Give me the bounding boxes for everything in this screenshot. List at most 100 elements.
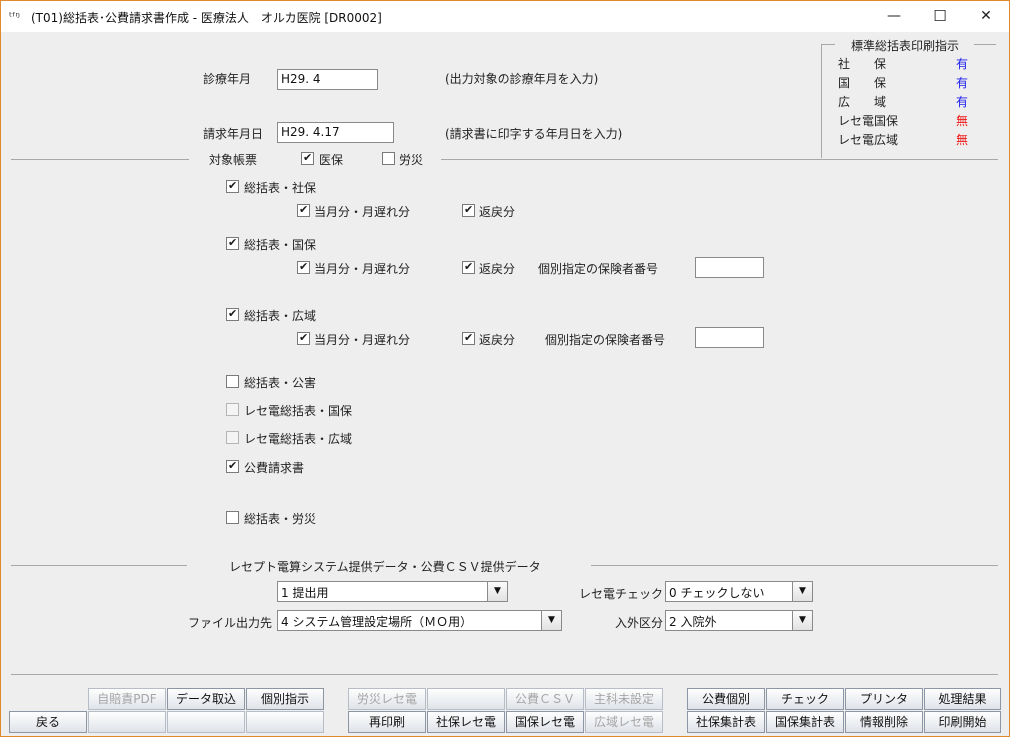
indicator-value-rece-kokuho: 無 bbox=[956, 114, 969, 128]
shaho-tsuki-checkbox[interactable] bbox=[297, 203, 310, 217]
koiki-tsuki-label: 当月分・月遅れ分 bbox=[314, 333, 411, 347]
nyugai-select[interactable]: 2 入院外 ▼ bbox=[665, 610, 813, 631]
rece-separator-left bbox=[11, 565, 187, 566]
rosai-soukatsu-label: 総括表・労災 bbox=[244, 512, 317, 526]
shaho-henrei-checkbox[interactable] bbox=[462, 203, 475, 217]
kobetsu-shiji-button[interactable]: 個別指示 bbox=[246, 688, 324, 710]
empty-button-1[interactable] bbox=[427, 688, 505, 710]
rosai-label: 労災 bbox=[399, 153, 424, 167]
indicator-label-koiki: 広 域 bbox=[838, 95, 887, 109]
rece-check-value: 0 チェックしない bbox=[669, 586, 765, 600]
seikyu-label: 請求年月日 bbox=[203, 127, 264, 141]
indicator-title: 標準総括表印刷指示 bbox=[851, 39, 960, 53]
chevron-down-icon[interactable]: ▼ bbox=[541, 611, 561, 630]
iho-label: 医保 bbox=[319, 153, 344, 167]
close-icon[interactable]: ✕ bbox=[963, 1, 1009, 32]
rece-koiki-label: レセ電総括表・広域 bbox=[244, 432, 353, 446]
data-torikomi-button[interactable]: データ取込 bbox=[167, 688, 245, 710]
chevron-down-icon[interactable]: ▼ bbox=[792, 611, 812, 630]
rece-check-select[interactable]: 0 チェックしない ▼ bbox=[665, 581, 813, 602]
rece-kokuho-checkbox[interactable] bbox=[226, 403, 239, 416]
koiki-kobetsu-label: 個別指定の保険者番号 bbox=[545, 333, 666, 347]
kokuho-kobetsu-label: 個別指定の保険者番号 bbox=[538, 262, 659, 276]
koiki-rece-button[interactable]: 広域レセ電 bbox=[585, 711, 663, 733]
minimize-icon[interactable]: — bbox=[871, 1, 917, 32]
maximize-icon[interactable]: ☐ bbox=[917, 1, 963, 32]
indicator-top-right-line bbox=[974, 44, 996, 45]
rece-check-label: レセ電チェック bbox=[579, 587, 664, 601]
chevron-down-icon[interactable]: ▼ bbox=[792, 582, 812, 601]
insatsu-kaishi-button[interactable]: 印刷開始 bbox=[924, 711, 1001, 733]
target-label: 対象帳票 bbox=[209, 153, 258, 167]
rosai-rece-button[interactable]: 労災レセ電 bbox=[348, 688, 426, 710]
printer-button[interactable]: プリンタ bbox=[845, 688, 923, 710]
check-button[interactable]: チェック bbox=[766, 688, 844, 710]
kokuho-henrei-checkbox[interactable] bbox=[462, 260, 475, 274]
koiki-hokensha-input[interactable] bbox=[695, 327, 764, 348]
kokuho-checkbox[interactable] bbox=[226, 236, 239, 250]
empty-button-2[interactable] bbox=[88, 711, 166, 733]
shinryo-input[interactable]: H29. 4 bbox=[277, 69, 378, 90]
indicator-top-left-line bbox=[821, 44, 835, 45]
chevron-down-icon[interactable]: ▼ bbox=[487, 582, 507, 601]
application-window: ᵗᶠᵑ (T01)総括表･公費請求書作成 - 医療法人 オルカ医院 [DR000… bbox=[0, 0, 1010, 737]
iho-checkbox[interactable] bbox=[301, 151, 314, 165]
teishutsu-select[interactable]: 1 提出用 ▼ bbox=[277, 581, 508, 602]
rosai-checkbox[interactable] bbox=[382, 152, 395, 165]
indicator-label-kokuho: 国 保 bbox=[838, 76, 887, 90]
kohi-csv-button[interactable]: 公費ＣＳＶ bbox=[506, 688, 584, 710]
indicator-value-kokuho: 有 bbox=[956, 76, 969, 90]
teishutsu-value: 1 提出用 bbox=[281, 586, 329, 600]
kokuho-rece-button[interactable]: 国保レセ電 bbox=[506, 711, 584, 733]
file-output-label: ファイル出力先 bbox=[188, 616, 273, 630]
shaho-rece-button[interactable]: 社保レセ電 bbox=[427, 711, 505, 733]
kokuho-tsuki-label: 当月分・月遅れ分 bbox=[314, 262, 411, 276]
shori-kekka-button[interactable]: 処理結果 bbox=[924, 688, 1001, 710]
kohi-checkbox[interactable] bbox=[226, 459, 239, 473]
koiki-checkbox[interactable] bbox=[226, 307, 239, 321]
reinsatsu-button[interactable]: 再印刷 bbox=[348, 711, 426, 733]
empty-button-3[interactable] bbox=[167, 711, 245, 733]
kokuho-label: 総括表・国保 bbox=[244, 238, 317, 252]
shaho-checkbox[interactable] bbox=[226, 179, 239, 193]
app-icon: ᵗᶠᵑ bbox=[9, 10, 20, 23]
koiki-henrei-label: 返戻分 bbox=[479, 333, 516, 347]
kokuho-hokensha-input[interactable] bbox=[695, 257, 764, 278]
kohi-label: 公費請求書 bbox=[244, 461, 305, 475]
seikyu-input[interactable]: H29. 4.17 bbox=[277, 122, 394, 143]
separator-left bbox=[11, 159, 189, 160]
jibaiseki-pdf-button[interactable]: 自賠責PDF bbox=[88, 688, 166, 710]
kokuho-henrei-label: 返戻分 bbox=[479, 262, 516, 276]
title-bar: ᵗᶠᵑ (T01)総括表･公費請求書作成 - 医療法人 オルカ医院 [DR000… bbox=[1, 1, 1009, 32]
indicator-label-shaho: 社 保 bbox=[838, 57, 887, 71]
shinryo-hint: (出力対象の診療年月を入力) bbox=[445, 72, 599, 86]
kogai-label: 総括表・公害 bbox=[244, 376, 317, 390]
back-button[interactable]: 戻る bbox=[9, 711, 87, 733]
rosai-soukatsu-checkbox[interactable] bbox=[226, 511, 239, 524]
kokuho-tsuki-checkbox[interactable] bbox=[297, 260, 310, 274]
nyugai-label: 入外区分 bbox=[615, 616, 664, 630]
empty-button-4[interactable] bbox=[246, 711, 324, 733]
koiki-henrei-checkbox[interactable] bbox=[462, 331, 475, 345]
separator-right bbox=[441, 159, 998, 160]
koiki-label: 総括表・広域 bbox=[244, 309, 317, 323]
file-output-select[interactable]: 4 システム管理設定場所（ＭＯ用） ▼ bbox=[277, 610, 562, 631]
bottom-separator bbox=[11, 674, 998, 675]
shaho-label: 総括表・社保 bbox=[244, 181, 317, 195]
kohi-kobetsu-button[interactable]: 公費個別 bbox=[687, 688, 765, 710]
rece-kokuho-label: レセ電総括表・国保 bbox=[244, 404, 353, 418]
indicator-group bbox=[821, 44, 822, 158]
shaho-tsuki-label: 当月分・月遅れ分 bbox=[314, 205, 411, 219]
rece-section-title: レセプト電算システム提供データ・公費ＣＳＶ提供データ bbox=[229, 560, 541, 574]
shuka-misettei-button[interactable]: 主科未設定 bbox=[585, 688, 663, 710]
kogai-checkbox[interactable] bbox=[226, 375, 239, 388]
koiki-tsuki-checkbox[interactable] bbox=[297, 331, 310, 345]
rece-koiki-checkbox[interactable] bbox=[226, 431, 239, 444]
indicator-value-shaho: 有 bbox=[956, 57, 969, 71]
file-output-value: 4 システム管理設定場所（ＭＯ用） bbox=[281, 615, 473, 629]
shinryo-label: 診療年月 bbox=[203, 72, 252, 86]
indicator-label-rece-kokuho: レセ電国保 bbox=[838, 114, 899, 128]
shaho-shukei-button[interactable]: 社保集計表 bbox=[687, 711, 765, 733]
joho-sakujo-button[interactable]: 情報削除 bbox=[845, 711, 923, 733]
kokuho-shukei-button[interactable]: 国保集計表 bbox=[766, 711, 844, 733]
